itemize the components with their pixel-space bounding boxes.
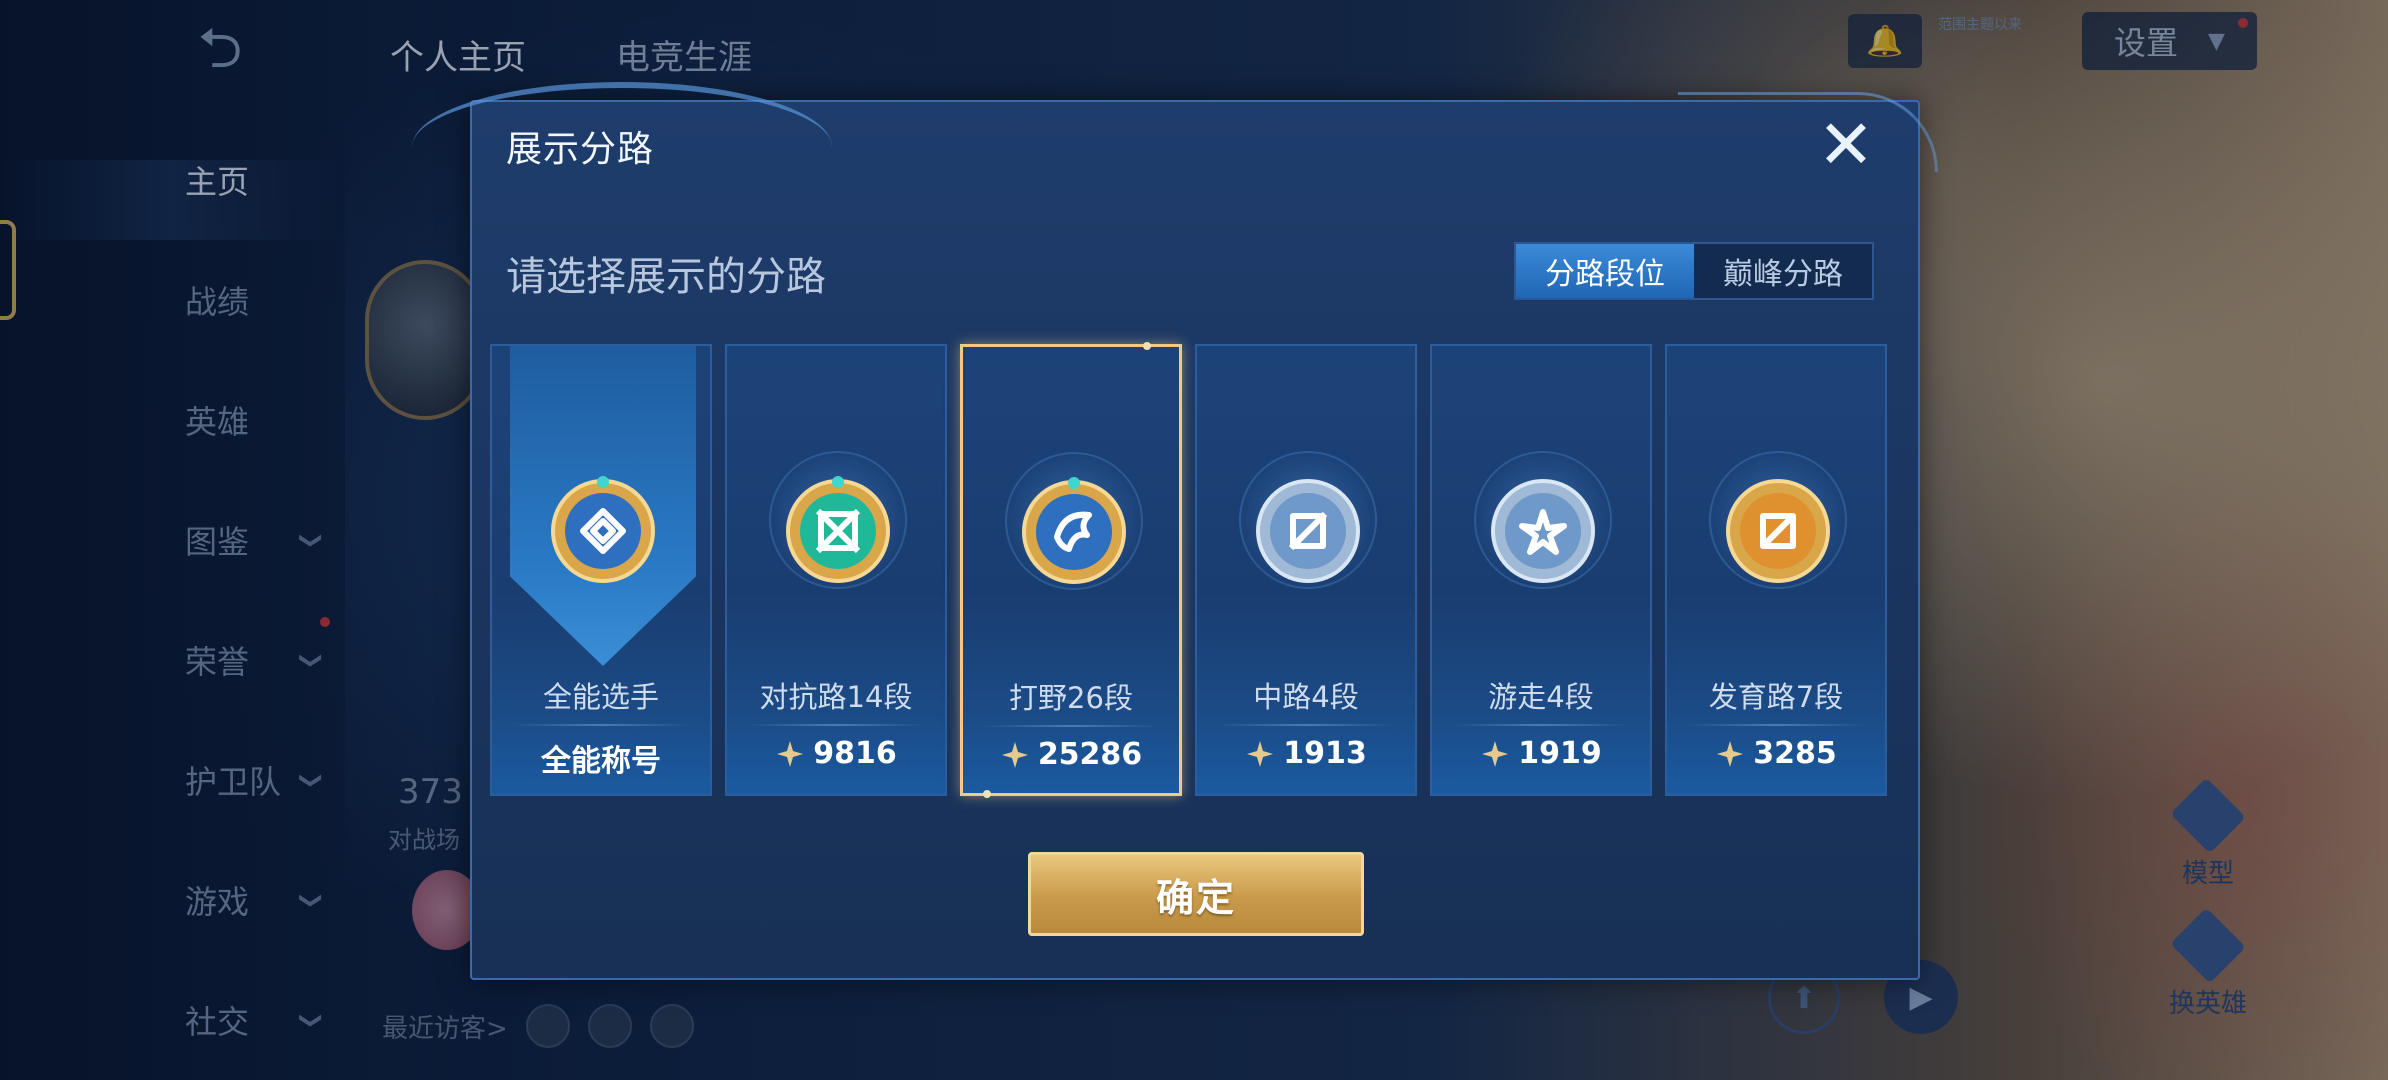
lane-score: 1913 — [1197, 736, 1415, 771]
rank-points-icon — [1247, 740, 1274, 767]
lane-card-list: 全能选手 全能称号 对抗路14段 9816 打野26段 25286 中路4段 1913 游走4段… — [490, 342, 1887, 798]
swirl-decoration — [1678, 92, 1938, 172]
lane-display-dialog: 展示分路 ✕ 请选择展示的分路 分路段位 巅峰分路 全能选手 全能称号 对抗路14段… — [412, 82, 1938, 980]
lane-emblem — [1723, 476, 1833, 586]
lane-emblem — [1253, 476, 1363, 586]
lane-emblem-icon — [1022, 477, 1126, 584]
lane-rank-name: 发育路7段 — [1708, 680, 1844, 714]
card-divider — [983, 725, 1159, 727]
card-divider — [512, 724, 690, 726]
selection-corner-dot — [983, 790, 991, 798]
lane-card-roam[interactable]: 游走4段 1919 — [1430, 344, 1652, 796]
lane-emblem — [783, 476, 893, 586]
card-divider — [1217, 724, 1395, 726]
toggle-lane-rank[interactable]: 分路段位 — [1516, 244, 1694, 298]
lane-emblem — [1488, 476, 1598, 586]
confirm-button[interactable]: 确定 — [1028, 852, 1364, 936]
toggle-peak-lane[interactable]: 巅峰分路 — [1694, 244, 1872, 298]
rank-points-icon — [1001, 741, 1028, 768]
lane-rank-name: 全能选手 — [542, 680, 659, 714]
lane-emblem-icon — [1726, 479, 1830, 583]
lane-score-value: 3285 — [1753, 736, 1837, 771]
lane-emblem-icon — [1491, 479, 1595, 583]
lane-score-value: 1919 — [1518, 736, 1602, 771]
rank-points-icon — [1717, 740, 1744, 767]
lane-card-clash-lane[interactable]: 对抗路14段 9816 — [725, 344, 947, 796]
rank-points-icon — [777, 740, 804, 767]
lane-card-all-round[interactable]: 全能选手 全能称号 — [490, 344, 712, 796]
lane-rank-name: 中路4段 — [1253, 680, 1359, 714]
lane-score: 全能称号 — [492, 736, 710, 780]
lane-rank-name: 对抗路14段 — [759, 680, 913, 714]
rank-points-icon — [1482, 740, 1509, 767]
card-divider — [1452, 724, 1630, 726]
card-divider — [747, 724, 925, 726]
dialog-subtitle: 请选择展示的分路 — [506, 254, 826, 300]
lane-score-value: 全能称号 — [541, 744, 661, 779]
lane-score: 9816 — [727, 736, 945, 771]
lane-rank-name: 游走4段 — [1488, 680, 1594, 714]
lane-score-value: 25286 — [1037, 737, 1143, 772]
lane-emblem-icon — [551, 476, 655, 583]
lane-mode-toggle: 分路段位 巅峰分路 — [1514, 242, 1874, 300]
lane-score: 3285 — [1667, 736, 1885, 771]
lane-score-value: 1913 — [1283, 736, 1367, 771]
lane-score: 25286 — [963, 737, 1179, 772]
lane-score-value: 9816 — [813, 736, 897, 771]
lane-card-mid-lane[interactable]: 中路4段 1913 — [1195, 344, 1417, 796]
lane-emblem — [548, 476, 658, 586]
lane-rank-name: 打野26段 — [1009, 681, 1133, 715]
selection-corner-dot — [1143, 342, 1151, 350]
lane-card-farm-lane[interactable]: 发育路7段 3285 — [1665, 344, 1887, 796]
lane-score: 1919 — [1432, 736, 1650, 771]
dialog-title: 展示分路 — [506, 129, 655, 170]
lane-emblem — [1019, 477, 1129, 587]
lane-emblem-icon — [786, 476, 890, 583]
lane-emblem-icon — [1256, 479, 1360, 583]
close-icon[interactable]: ✕ — [1814, 112, 1878, 180]
lane-card-jungle[interactable]: 打野26段 25286 — [960, 342, 1182, 798]
card-divider — [1687, 724, 1865, 726]
